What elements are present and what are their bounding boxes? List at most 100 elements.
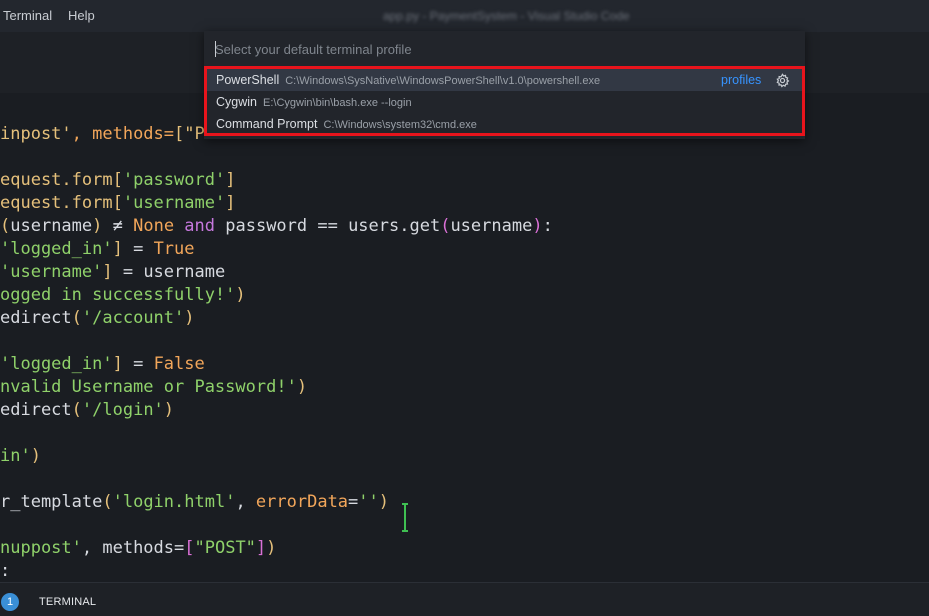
code-token: ]	[102, 262, 113, 282]
code-token: [	[112, 170, 123, 190]
code-token: ,	[235, 492, 256, 512]
code-line: 'logged_in'] = True	[0, 238, 195, 261]
code-token: )	[163, 400, 175, 420]
code-line: inpost', methods=["P	[0, 123, 205, 146]
code-token: (	[71, 308, 82, 328]
title-bar: Terminal Help app.py - PaymentSystem - V…	[0, 0, 929, 32]
code-token: None	[133, 216, 175, 236]
code-line: equest.form['password']	[0, 169, 235, 192]
menu-help[interactable]: Help	[68, 8, 95, 23]
text-cursor	[402, 503, 408, 532]
code-token: =	[122, 239, 154, 259]
tab-terminal[interactable]: TERMINAL	[39, 596, 96, 608]
terminal-profile-quick-pick: PowerShell C:\Windows\SysNative\WindowsPo…	[204, 31, 805, 139]
code-token: =	[122, 354, 154, 374]
code-line: nuppost', methods=["POST"])	[0, 537, 276, 560]
code-token: )	[266, 538, 277, 558]
code-token: equest.form	[0, 170, 113, 190]
code-line: r_template('login.html', errorData='')	[0, 491, 389, 514]
code-token: r_template	[0, 492, 103, 512]
code-token: ]	[112, 354, 123, 374]
profile-label: Cygwin	[216, 95, 257, 109]
code-token: ''	[358, 492, 379, 512]
profile-item-command-prompt[interactable]: Command Prompt C:\Windows\system32\cmd.ex…	[207, 113, 802, 135]
code-line: edirect('/account')	[0, 307, 195, 330]
code-token: ]	[225, 170, 236, 190]
code-token: ["P	[174, 124, 205, 144]
profile-label: PowerShell	[216, 73, 280, 87]
profile-item-cygwin[interactable]: Cygwin E:\Cygwin\bin\bash.exe --login	[207, 91, 802, 113]
code-line: :	[0, 560, 10, 582]
menu-terminal[interactable]: Terminal	[3, 8, 52, 23]
code-token: '/account'	[81, 308, 185, 328]
code-token: =	[348, 492, 359, 512]
code-token: (	[71, 400, 82, 420]
panel-bar: 1 TERMINAL	[0, 582, 929, 616]
code-token: 'logged_in'	[0, 239, 113, 259]
gear-icon[interactable]	[775, 73, 790, 88]
code-token: = username	[112, 262, 226, 282]
code-token: 'username'	[0, 262, 103, 282]
code-token: True	[153, 239, 195, 259]
code-token: nuppost'	[0, 538, 82, 558]
code-line: (username) ≠ None and password == users.…	[0, 215, 553, 238]
code-token: "POST"	[194, 538, 256, 558]
code-token: , methods=	[71, 124, 175, 144]
profile-item-powershell[interactable]: PowerShell C:\Windows\SysNative\WindowsPo…	[207, 69, 802, 91]
code-token: (	[102, 492, 113, 512]
code-token: ]	[255, 538, 267, 558]
profile-path: C:\Windows\SysNative\WindowsPowerShell\v…	[285, 75, 601, 87]
code-token: edirect	[0, 400, 72, 420]
code-token: , methods=	[81, 538, 185, 558]
window-title: app.py - PaymentSystem - Visual Studio C…	[383, 9, 630, 23]
profiles-link[interactable]: profiles	[721, 69, 761, 91]
code-token: equest.form	[0, 193, 113, 213]
profile-path: C:\Windows\system32\cmd.exe	[323, 119, 477, 131]
profile-label: Command Prompt	[216, 117, 318, 131]
code-token: (	[0, 216, 11, 236]
code-line: nvalid Username or Password!')	[0, 376, 307, 399]
code-token: )	[296, 377, 308, 397]
code-token: (	[440, 216, 451, 236]
code-token: and	[174, 216, 226, 236]
code-token: nvalid Username or Password!'	[0, 377, 297, 397]
code-token: )	[184, 308, 195, 328]
code-line: edirect('/login')	[0, 399, 174, 422]
code-token: )	[532, 216, 543, 236]
code-token: 'logged_in'	[0, 354, 113, 374]
code-line: in')	[0, 445, 41, 468]
input-caret	[215, 41, 216, 57]
code-line: equest.form['username']	[0, 192, 235, 215]
code-token: edirect	[0, 308, 72, 328]
code-token: 'password'	[122, 170, 226, 190]
profile-path: E:\Cygwin\bin\bash.exe --login	[263, 97, 412, 109]
code-token: )	[30, 446, 41, 466]
code-token: '/login'	[81, 400, 164, 420]
code-line: ogged in successfully!')	[0, 284, 246, 307]
code-token: False	[153, 354, 205, 374]
code-token: )	[92, 216, 103, 236]
code-line: 'username'] = username	[0, 261, 225, 284]
code-token: ogged in successfully!'	[0, 285, 236, 305]
notification-badge[interactable]: 1	[1, 593, 19, 611]
code-token: errorData	[255, 492, 349, 512]
code-token: :	[0, 561, 11, 581]
code-token: username	[10, 216, 93, 236]
code-token: password == users.get	[225, 216, 441, 236]
code-token: :	[542, 216, 553, 236]
quick-pick-list: PowerShell C:\Windows\SysNative\WindowsPo…	[204, 66, 805, 136]
code-token: ]	[225, 193, 236, 213]
code-token: )	[378, 492, 390, 512]
code-token: [	[184, 538, 195, 558]
code-token: username	[450, 216, 533, 236]
code-token: 'username'	[122, 193, 226, 213]
quick-pick-input[interactable]	[212, 37, 797, 61]
code-token: )	[235, 285, 246, 305]
code-token: 'login.html'	[112, 492, 236, 512]
code-token: [	[112, 193, 123, 213]
code-token: in'	[0, 446, 31, 466]
code-token: inpost'	[0, 124, 72, 144]
code-token: ≠	[102, 216, 134, 236]
code-editor[interactable]: inpost', methods=["P equest.form['passwor…	[0, 93, 929, 582]
code-token: ]	[112, 239, 123, 259]
